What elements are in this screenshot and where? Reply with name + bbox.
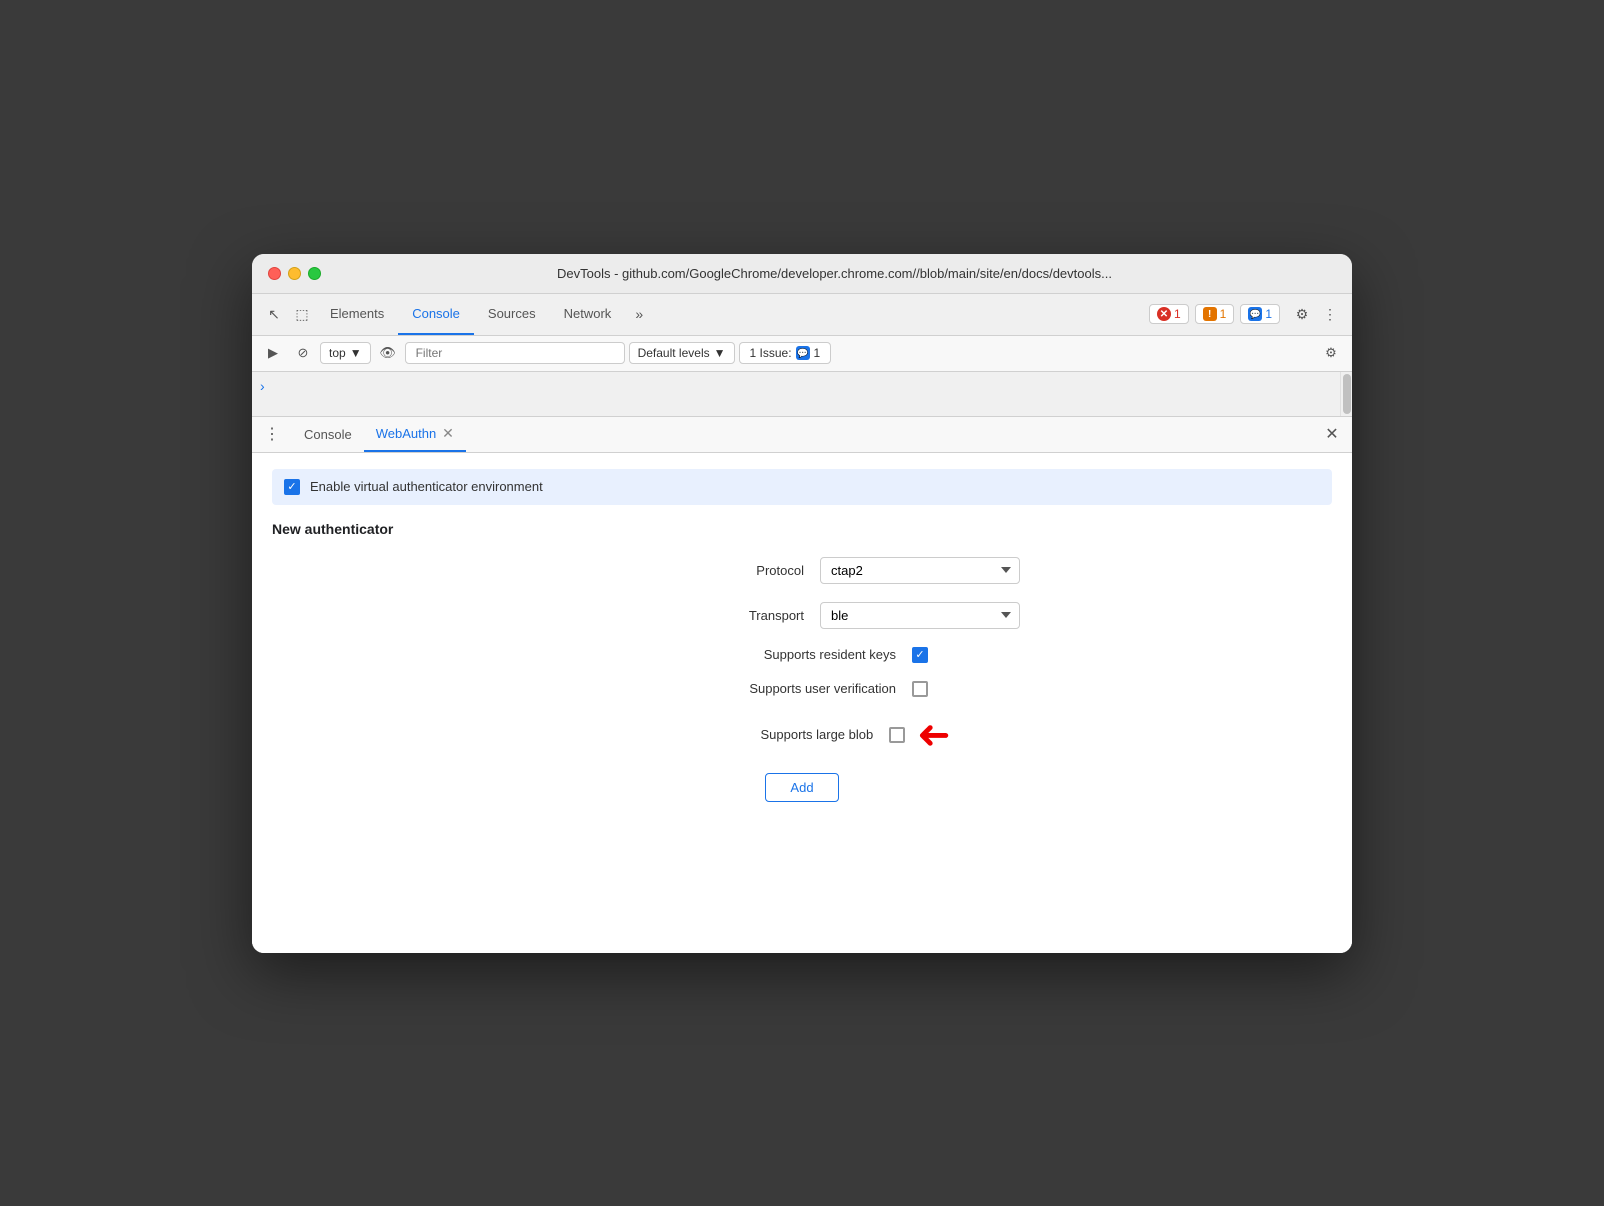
drawer-tab-webauthn[interactable]: WebAuthn ✕: [364, 416, 466, 452]
tab-elements[interactable]: Elements: [316, 293, 398, 335]
transport-label: Transport: [584, 608, 804, 623]
blue-marker: ›: [260, 378, 265, 394]
resident-keys-row: Supports resident keys ✓: [272, 647, 1332, 663]
issue-chat-icon: 💬: [796, 346, 810, 360]
resident-keys-checkbox[interactable]: ✓: [912, 647, 928, 663]
add-button[interactable]: Add: [765, 773, 838, 802]
cursor-icon[interactable]: ↖: [260, 300, 288, 328]
more-options-icon[interactable]: ⋮: [1316, 300, 1344, 328]
drawer-tab-console[interactable]: Console: [292, 416, 364, 452]
console-toolbar: ▶ ⊘ top ▼ 👁 Default levels ▼ 1 Issue: 💬 …: [252, 336, 1352, 372]
top-label: top: [329, 346, 346, 360]
section-title: New authenticator: [272, 521, 1332, 537]
red-arrow-icon: ➜: [917, 715, 951, 755]
block-button[interactable]: ⊘: [290, 340, 316, 366]
drawer-menu-icon[interactable]: ⋮: [260, 422, 284, 446]
content-main: ›: [252, 372, 1340, 402]
user-verification-checkbox[interactable]: [912, 681, 928, 697]
enable-authenticator-row: ✓ Enable virtual authenticator environme…: [272, 469, 1332, 505]
warning-count: 1: [1220, 307, 1227, 321]
error-icon: ✕: [1157, 307, 1171, 321]
resident-keys-label: Supports resident keys: [676, 647, 896, 662]
eye-button[interactable]: 👁: [375, 340, 401, 366]
filter-input[interactable]: [405, 342, 625, 364]
chat-icon: 💬: [1248, 307, 1262, 321]
transport-select[interactable]: ble usb nfc internal: [820, 602, 1020, 629]
maximize-button[interactable]: [308, 267, 321, 280]
large-blob-checkbox[interactable]: [889, 727, 905, 743]
scrollbar-track[interactable]: [1340, 372, 1352, 416]
default-levels-dropdown[interactable]: Default levels ▼: [629, 342, 735, 364]
top-dropdown[interactable]: top ▼: [320, 342, 371, 364]
enable-checkbox[interactable]: ✓: [284, 479, 300, 495]
new-authenticator-section: New authenticator Protocol ctap2 u2f Tra…: [272, 521, 1332, 802]
warning-icon: !: [1203, 307, 1217, 321]
settings-icon[interactable]: ⚙: [1288, 300, 1316, 328]
device-icon[interactable]: ⬚: [288, 300, 316, 328]
warning-badge[interactable]: ! 1: [1195, 304, 1235, 324]
play-button[interactable]: ▶: [260, 340, 286, 366]
badge-group: ✕ 1 ! 1 💬 1: [1149, 304, 1280, 324]
devtools-tab-bar: ↖ ⬚ Elements Console Sources Network » ✕…: [252, 294, 1352, 336]
issue-label: 1 Issue:: [750, 346, 792, 360]
large-blob-arrow-row: ➜: [889, 715, 951, 755]
toolbar-settings-icon[interactable]: ⚙: [1318, 340, 1344, 366]
close-button[interactable]: [268, 267, 281, 280]
enable-label: Enable virtual authenticator environment: [310, 479, 543, 494]
title-bar: DevTools - github.com/GoogleChrome/devel…: [252, 254, 1352, 294]
drawer-close-button[interactable]: ✕: [1320, 422, 1344, 446]
traffic-lights: [268, 267, 321, 280]
webauthn-content: ✓ Enable virtual authenticator environme…: [252, 453, 1352, 953]
default-levels-label: Default levels: [638, 346, 710, 360]
drawer-tab-close[interactable]: ✕: [442, 425, 454, 442]
more-tabs-icon[interactable]: »: [625, 300, 653, 328]
minimize-button[interactable]: [288, 267, 301, 280]
chevron-down-icon: ▼: [350, 346, 362, 360]
chevron-down-icon-2: ▼: [714, 346, 726, 360]
tab-console[interactable]: Console: [398, 293, 474, 335]
drawer-panel: ⋮ Console WebAuthn ✕ ✕ ✓ Enable virtual …: [252, 416, 1352, 953]
devtools-window: DevTools - github.com/GoogleChrome/devel…: [252, 254, 1352, 953]
tab-sources[interactable]: Sources: [474, 293, 550, 335]
protocol-label: Protocol: [584, 563, 804, 578]
protocol-row: Protocol ctap2 u2f: [272, 557, 1332, 584]
protocol-select[interactable]: ctap2 u2f: [820, 557, 1020, 584]
tab-network[interactable]: Network: [550, 293, 626, 335]
transport-row: Transport ble usb nfc internal: [272, 602, 1332, 629]
user-verification-row: Supports user verification: [272, 681, 1332, 697]
add-button-container: Add: [272, 773, 1332, 802]
error-badge[interactable]: ✕ 1: [1149, 304, 1189, 324]
content-area: ›: [252, 372, 1352, 416]
info-badge[interactable]: 💬 1: [1240, 304, 1280, 324]
large-blob-label: Supports large blob: [653, 727, 873, 742]
issue-count: 1: [814, 346, 821, 360]
error-count: 1: [1174, 307, 1181, 321]
scrollbar-thumb[interactable]: [1343, 374, 1351, 414]
issue-badge[interactable]: 1 Issue: 💬 1: [739, 342, 832, 364]
user-verification-label: Supports user verification: [676, 681, 896, 696]
window-title: DevTools - github.com/GoogleChrome/devel…: [333, 266, 1336, 281]
drawer-tab-bar: ⋮ Console WebAuthn ✕ ✕: [252, 417, 1352, 453]
large-blob-row: Supports large blob ➜: [272, 715, 1332, 755]
info-count: 1: [1265, 307, 1272, 321]
